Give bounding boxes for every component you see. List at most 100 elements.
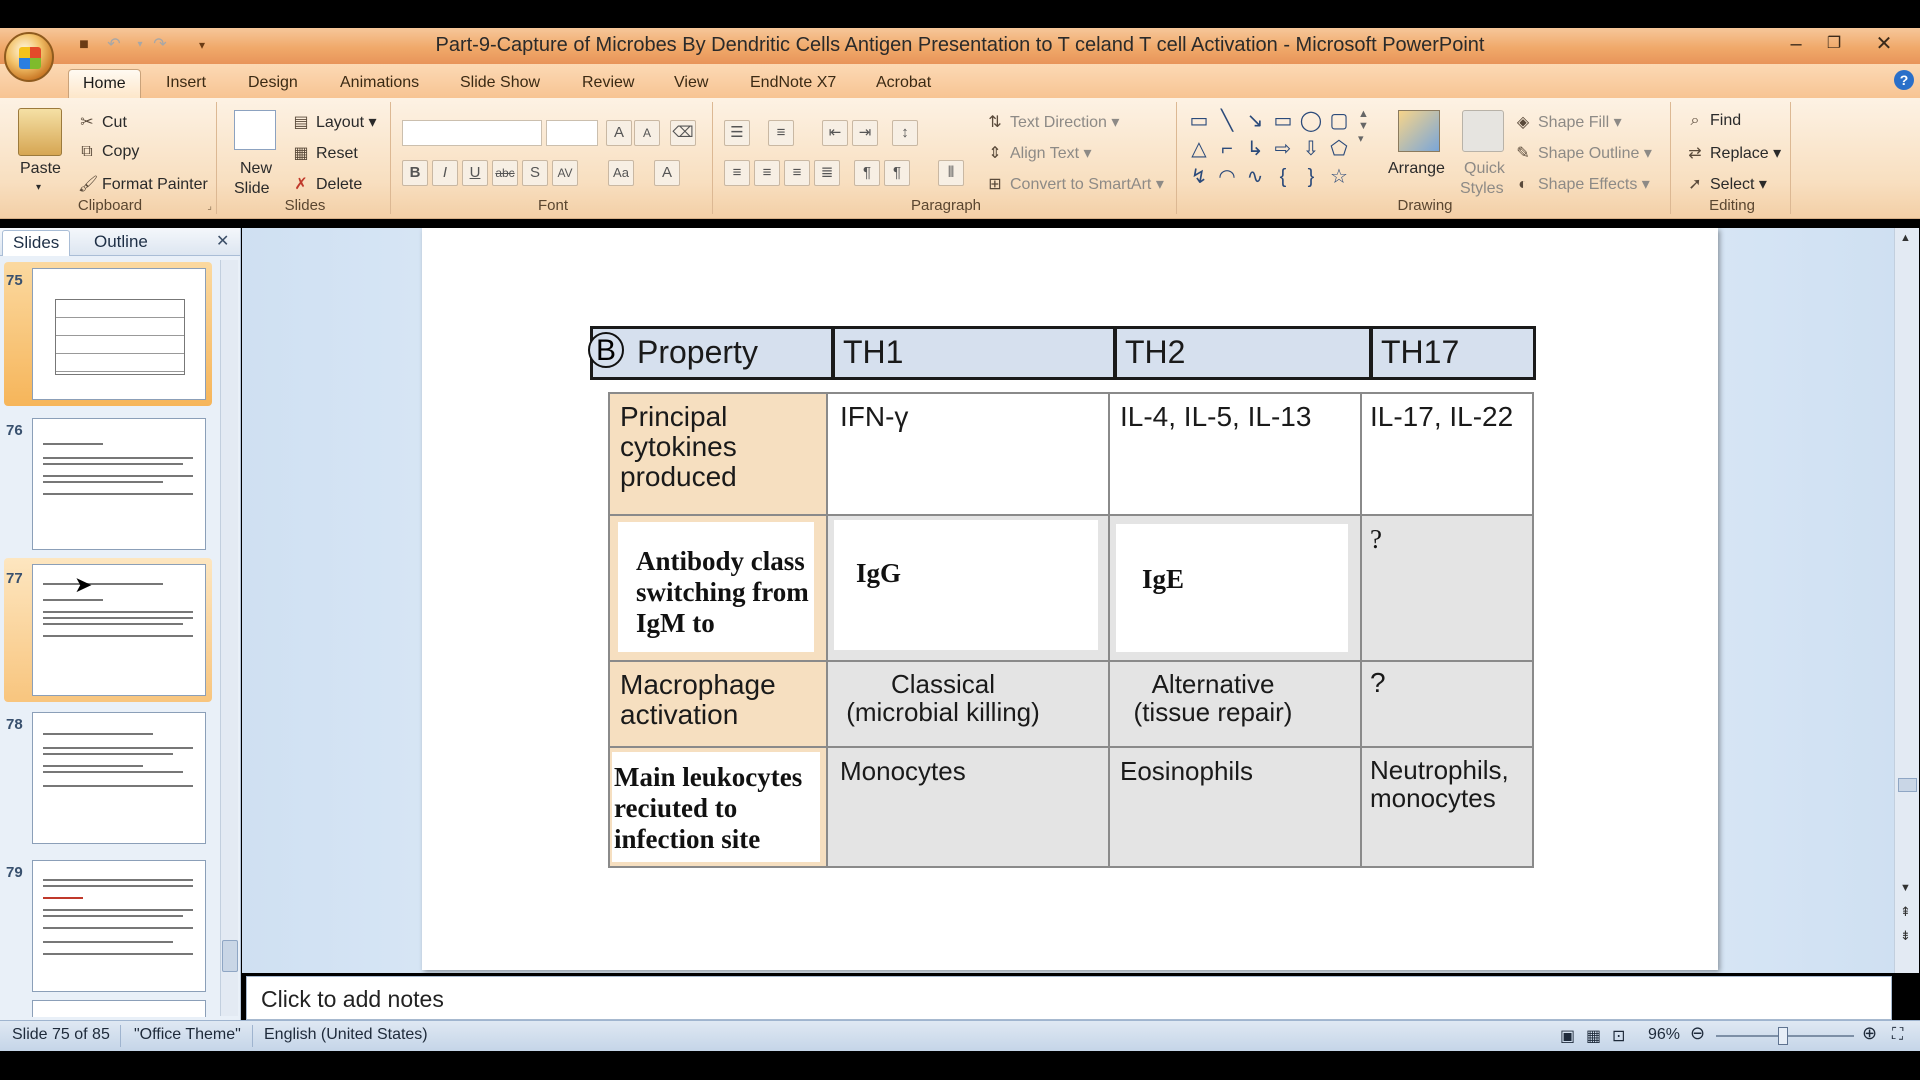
help-icon[interactable]: ? <box>1894 70 1914 90</box>
convert-smartart-button[interactable]: ⊞ Convert to SmartArt ▾ <box>986 174 1164 194</box>
new-slide-button-2[interactable]: Slide <box>234 180 270 198</box>
slide-thumbnail-78[interactable] <box>32 712 206 844</box>
customize-qat-icon[interactable]: ▾ <box>190 33 214 57</box>
slide-thumbnail-75[interactable] <box>32 268 206 400</box>
right-arrow-shape-icon[interactable]: ⇨ <box>1270 136 1296 162</box>
numbering-icon[interactable]: ≡ <box>768 120 794 146</box>
normal-view-icon[interactable]: ▣ <box>1560 1026 1575 1046</box>
scroll-thumb[interactable] <box>222 940 238 972</box>
paste-button[interactable]: Paste <box>20 160 61 178</box>
align-center-icon[interactable]: ≡ <box>754 160 780 186</box>
freeform-shape-icon[interactable]: ↯ <box>1186 164 1212 190</box>
quick-styles-button[interactable]: Quick <box>1464 160 1505 178</box>
redo-icon[interactable]: ↷ <box>148 33 172 57</box>
triangle-shape-icon[interactable]: △ <box>1186 136 1212 162</box>
arrange-button[interactable]: Arrange <box>1388 160 1445 178</box>
minimize-icon[interactable]: – <box>1776 28 1816 62</box>
tab-animations[interactable]: Animations <box>326 69 433 98</box>
save-icon[interactable]: ■ <box>72 33 96 57</box>
ltr-icon[interactable]: ¶ <box>854 160 880 186</box>
next-slide-icon[interactable]: ⇟ <box>1900 928 1911 944</box>
language-indicator[interactable]: English (United States) <box>264 1026 428 1044</box>
columns-icon[interactable]: ⫴ <box>938 160 964 186</box>
elbow-arrow-icon[interactable]: ↳ <box>1242 136 1268 162</box>
elbow-connector-icon[interactable]: ⌐ <box>1214 136 1240 162</box>
shape-outline-button[interactable]: ✎ Shape Outline ▾ <box>1514 143 1652 163</box>
char-spacing-icon[interactable]: AV <box>552 160 578 186</box>
italic-icon[interactable]: I <box>432 160 458 186</box>
strikethrough-icon[interactable]: abc <box>492 160 518 186</box>
dialog-launcher-icon[interactable]: ⌟ <box>207 201 212 212</box>
select-button[interactable]: ➚ Select ▾ <box>1686 174 1767 194</box>
zoom-level[interactable]: 96% <box>1648 1026 1680 1044</box>
arrange-icon[interactable] <box>1398 110 1440 152</box>
slide-show-icon[interactable]: ⊡ <box>1612 1026 1625 1046</box>
slide-thumbnail-79[interactable] <box>32 860 206 992</box>
line-spacing-icon[interactable]: ↕ <box>892 120 918 146</box>
zoom-slider-thumb[interactable] <box>1778 1027 1788 1045</box>
tab-endnote[interactable]: EndNote X7 <box>736 69 850 98</box>
change-case-icon[interactable]: Aa <box>608 160 634 186</box>
left-brace-shape-icon[interactable]: { <box>1270 164 1296 190</box>
align-text-button[interactable]: ⇕ Align Text ▾ <box>986 143 1091 163</box>
slide-sorter-icon[interactable]: ▦ <box>1586 1026 1601 1046</box>
clear-format-icon[interactable]: ⌫ <box>670 120 696 146</box>
rectangle-shape-icon[interactable]: ▭ <box>1270 108 1296 134</box>
zoom-in-icon[interactable]: ⊕ <box>1862 1023 1877 1044</box>
shadow-icon[interactable]: S <box>522 160 548 186</box>
rounded-rect-shape-icon[interactable]: ▢ <box>1326 108 1352 134</box>
oval-shape-icon[interactable]: ◯ <box>1298 108 1324 134</box>
new-slide-button[interactable]: New <box>240 160 272 178</box>
rtl-icon[interactable]: ¶ <box>884 160 910 186</box>
align-left-icon[interactable]: ≡ <box>724 160 750 186</box>
decrease-indent-icon[interactable]: ⇤ <box>822 120 848 146</box>
layout-button[interactable]: ▤ Layout ▾ <box>292 112 376 132</box>
align-right-icon[interactable]: ≡ <box>784 160 810 186</box>
tab-acrobat[interactable]: Acrobat <box>862 69 945 98</box>
fit-to-window-icon[interactable]: ⛶ <box>1892 1026 1903 1044</box>
slides-panel-scrollbar[interactable] <box>220 260 238 1016</box>
justify-icon[interactable]: ≣ <box>814 160 840 186</box>
font-color-icon[interactable]: A <box>654 160 680 186</box>
shape-effects-button[interactable]: ◐ Shape Effects ▾ <box>1514 174 1650 194</box>
replace-button[interactable]: ⇄ Replace ▾ <box>1686 143 1781 163</box>
delete-button[interactable]: ✗ Delete <box>292 174 362 194</box>
tab-home[interactable]: Home <box>68 69 141 99</box>
shrink-font-icon[interactable]: A <box>634 120 660 146</box>
arc-shape-icon[interactable]: ◠ <box>1214 164 1240 190</box>
down-arrow-shape-icon[interactable]: ⇩ <box>1298 136 1324 162</box>
slide-thumbnail-76[interactable] <box>32 418 206 550</box>
arrow-line-shape-icon[interactable]: ↘ <box>1242 108 1268 134</box>
find-button[interactable]: ⌕ Find <box>1686 112 1742 130</box>
underline-icon[interactable]: U <box>462 160 488 186</box>
tab-view[interactable]: View <box>660 69 722 98</box>
star-shape-icon[interactable]: ☆ <box>1326 164 1352 190</box>
paste-dropdown-icon[interactable]: ▾ <box>36 182 41 193</box>
main-vertical-scrollbar[interactable]: ▲ ▼ ⇞ ⇟ <box>1894 228 1919 973</box>
tab-outline[interactable]: Outline <box>84 230 158 255</box>
text-direction-button[interactable]: ⇅ Text Direction ▾ <box>986 112 1119 132</box>
copy-button[interactable]: ⧉ Copy <box>78 143 139 161</box>
bold-icon[interactable]: B <box>402 160 428 186</box>
new-slide-icon[interactable] <box>234 110 276 150</box>
slide-canvas[interactable]: Property B TH1 TH2 TH17 Principal cytoki… <box>422 228 1718 970</box>
curve-shape-icon[interactable]: ∿ <box>1242 164 1268 190</box>
tab-design[interactable]: Design <box>234 69 312 98</box>
slide-thumbnail-77[interactable] <box>32 564 206 696</box>
grow-font-icon[interactable]: A <box>606 120 632 146</box>
quick-styles-button-2[interactable]: Styles <box>1460 180 1504 198</box>
restore-icon[interactable]: ❐ <box>1814 28 1854 62</box>
zoom-out-icon[interactable]: ⊖ <box>1690 1023 1705 1044</box>
theme-name[interactable]: "Office Theme" <box>134 1026 241 1044</box>
notes-placeholder[interactable]: Click to add notes <box>261 986 444 1013</box>
shapes-more-icon[interactable]: ▲ ▼ ▾ <box>1358 108 1369 145</box>
notes-pane[interactable]: Click to add notes <box>246 976 1892 1020</box>
slide-thumbnail-80-partial[interactable] <box>32 1000 206 1017</box>
undo-icon[interactable]: ↶ <box>102 33 126 57</box>
scroll-up-icon[interactable]: ▲ <box>1900 232 1911 244</box>
textbox-shape-icon[interactable]: ▭ <box>1186 108 1212 134</box>
reset-button[interactable]: ▦ Reset <box>292 143 357 163</box>
office-button[interactable] <box>4 32 54 82</box>
right-brace-shape-icon[interactable]: } <box>1298 164 1324 190</box>
format-painter-button[interactable]: 🖌 Format Painter <box>78 174 208 194</box>
